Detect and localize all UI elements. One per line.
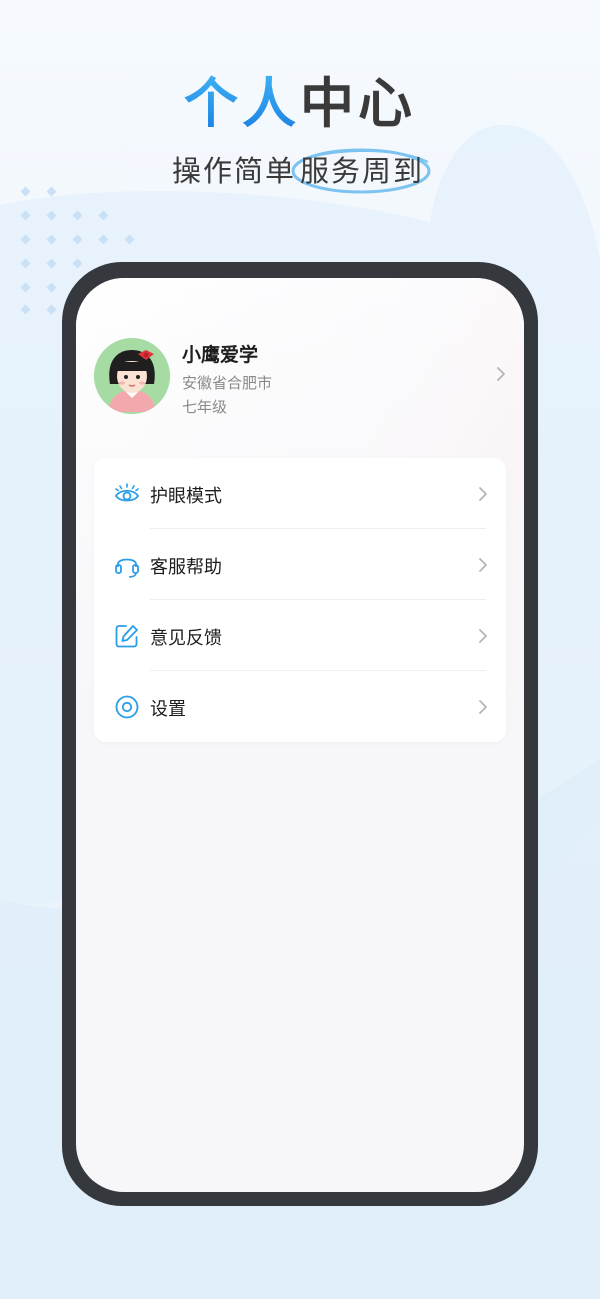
menu-item-label: 意见反馈 — [150, 628, 222, 649]
avatar-girl-icon — [94, 338, 170, 414]
promo-title-highlight: 个人 — [184, 72, 300, 135]
chevron-right-icon — [479, 558, 487, 572]
promo-subtitle-highlight: 服务周到 — [300, 154, 425, 188]
promo-title-rest: 中心 — [300, 72, 416, 135]
headset-icon — [115, 558, 139, 578]
menu-item-label: 客服帮助 — [150, 557, 222, 578]
chevron-right-icon — [497, 367, 505, 381]
menu-item-settings[interactable]: 设置 — [94, 671, 506, 742]
menu-item-feedback[interactable]: 意见反馈 — [94, 600, 506, 671]
chevron-right-icon — [479, 487, 487, 501]
menu-item-eye-protection[interactable]: 护眼模式 — [94, 458, 506, 529]
promo-title: 个人中心 — [0, 72, 600, 136]
phone-screen: 小鹰爱学 安徽省合肥市 七年级 护眼模式 客服帮助 意见反馈 设置 — [76, 278, 524, 1192]
promo-subtitle: 操作简单 服务周到 — [0, 148, 600, 194]
profile-location: 安徽省合肥市 — [182, 374, 273, 392]
avatar — [94, 338, 170, 414]
profile-card[interactable]: 小鹰爱学 安徽省合肥市 七年级 — [94, 336, 506, 420]
chevron-right-icon — [479, 700, 487, 714]
promo-subtitle-plain: 操作简单 — [171, 154, 296, 188]
menu-item-label: 设置 — [150, 699, 186, 720]
settings-icon — [115, 695, 139, 719]
eye-icon — [114, 483, 140, 502]
menu-item-label: 护眼模式 — [150, 486, 222, 507]
chevron-right-icon — [479, 629, 487, 643]
menu-item-customer-service[interactable]: 客服帮助 — [94, 529, 506, 600]
phone-frame: 小鹰爱学 安徽省合肥市 七年级 护眼模式 客服帮助 意见反馈 设置 — [62, 262, 538, 1206]
promo-subtitle-highlight-wrap: 服务周到 — [291, 148, 431, 194]
profile-grade: 七年级 — [182, 398, 228, 416]
profile-name: 小鹰爱学 — [182, 344, 259, 366]
edit-icon — [115, 625, 138, 648]
menu-card: 护眼模式 客服帮助 意见反馈 设置 — [94, 458, 506, 742]
